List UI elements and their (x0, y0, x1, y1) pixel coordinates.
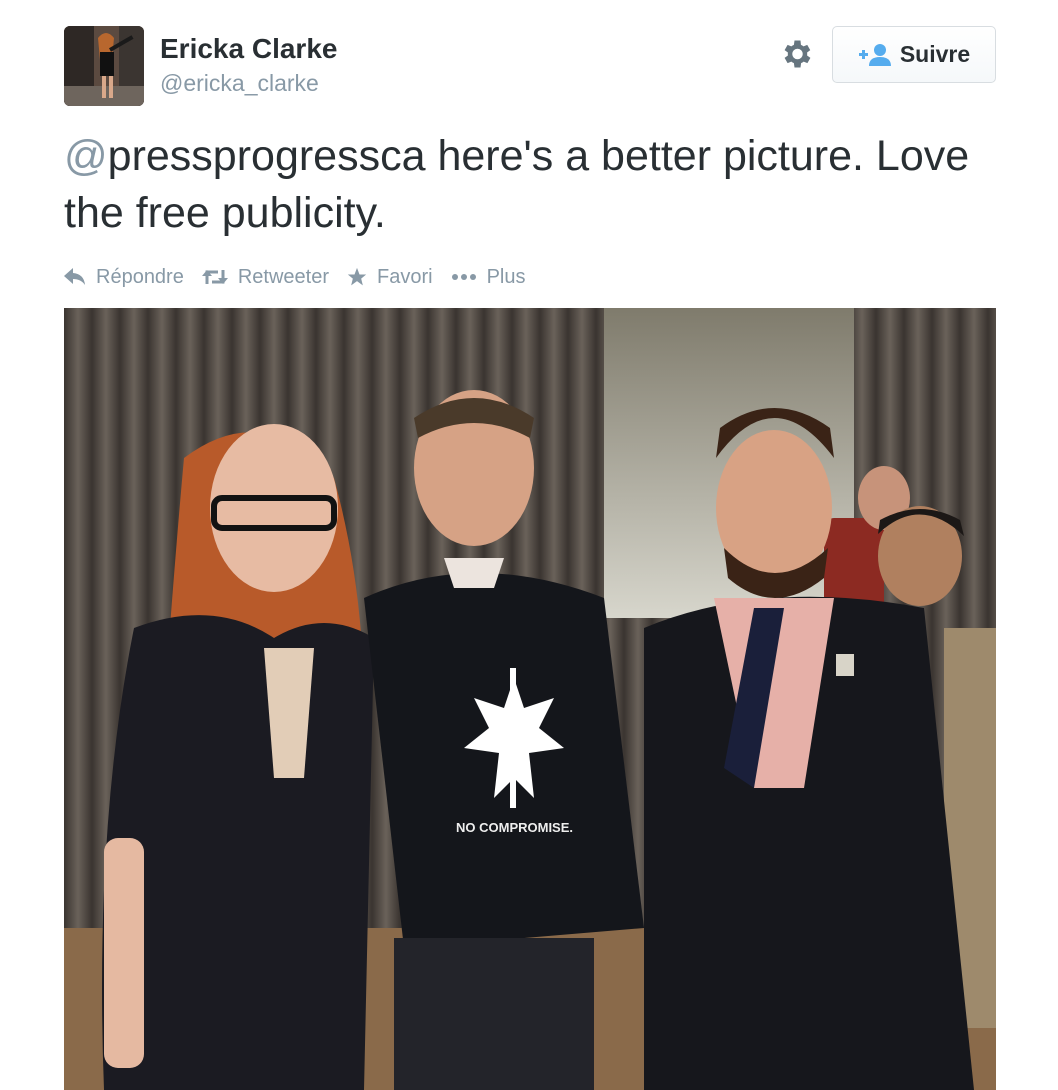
star-icon (347, 267, 367, 286)
author-handle[interactable]: @ericka_clarke (160, 68, 337, 98)
mention-link[interactable]: @pressprogressca (64, 132, 426, 180)
mention-name: pressprogressca (107, 132, 426, 180)
reply-label: Répondre (96, 265, 184, 288)
ellipsis-icon (451, 274, 476, 280)
reply-button[interactable]: Répondre (64, 266, 184, 289)
retweet-button[interactable]: Retweeter (201, 265, 329, 289)
favorite-button[interactable]: Favori (347, 266, 433, 289)
follow-button-label: Suivre (899, 41, 971, 67)
gear-icon[interactable] (778, 36, 814, 72)
favorite-label: Favori (377, 265, 433, 288)
tweet-actions: Répondre Retweeter Favori Plus (64, 262, 543, 292)
author-info: Ericka Clarke @ericka_clarke (160, 32, 337, 98)
shirt-text: NO COMPROMISE. (456, 820, 573, 835)
tweet-photo[interactable]: NO COMPROMISE. (64, 308, 996, 1090)
more-button[interactable]: Plus (451, 265, 526, 289)
author-name[interactable]: Ericka Clarke (160, 32, 337, 66)
avatar[interactable] (64, 26, 144, 106)
more-label: Plus (486, 265, 526, 288)
retweet-label: Retweeter (237, 265, 329, 288)
add-user-icon (858, 43, 891, 66)
reply-icon (64, 268, 85, 285)
follow-button[interactable]: Suivre (832, 26, 996, 83)
avatar-image (64, 26, 144, 106)
retweet-icon (201, 270, 228, 284)
tweet-text: @pressprogressca here's a better picture… (64, 128, 994, 242)
photo-image: NO COMPROMISE. (64, 308, 996, 1090)
mention-at: @ (64, 132, 108, 180)
tweet-card: Ericka Clarke @ericka_clarke Suivre @pre… (0, 0, 1058, 1090)
